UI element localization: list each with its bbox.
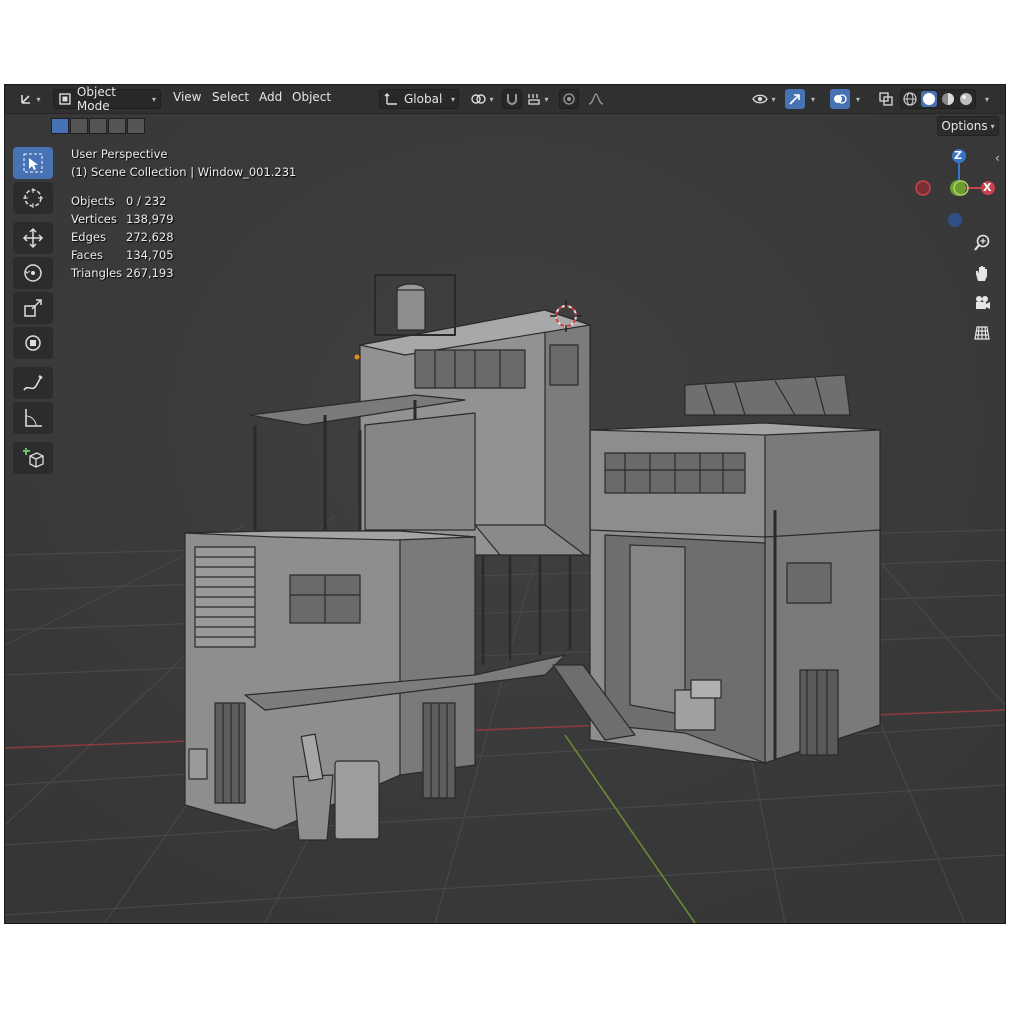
rendered-shading-icon[interactable] xyxy=(959,92,973,106)
select-mode-extend-icon[interactable] xyxy=(70,118,88,134)
orientation-label: Global xyxy=(404,92,443,106)
visibility-button[interactable]: ▾ xyxy=(749,89,779,109)
shading-mode-group xyxy=(900,89,976,109)
cursor-icon xyxy=(23,188,43,208)
viewport-header: ▾ Object Mode ▾ View Select Add Object G… xyxy=(5,85,1005,114)
object-origin-dot xyxy=(354,354,360,360)
gizmo-x-label: X xyxy=(983,181,992,194)
menu-add[interactable]: Add xyxy=(259,90,282,104)
menu-select[interactable]: Select xyxy=(212,90,249,104)
stat-vertices-value: 138,979 xyxy=(126,212,174,226)
snap-target-button[interactable]: ▾ xyxy=(523,89,553,109)
mode-dropdown[interactable]: Object Mode ▾ xyxy=(53,85,161,113)
stat-faces-label: Faces xyxy=(71,248,103,262)
zoom-button[interactable] xyxy=(968,229,996,257)
tool-select-box[interactable] xyxy=(13,147,53,179)
select-mode-new-icon[interactable] xyxy=(51,118,69,134)
select-box-icon xyxy=(23,153,43,173)
select-mode-subtract-icon[interactable] xyxy=(89,118,107,134)
add-cube-icon xyxy=(23,448,44,468)
gizmo-neg-z-icon xyxy=(948,213,962,227)
tool-scale[interactable] xyxy=(13,292,53,324)
stat-objects-value: 0 / 232 xyxy=(126,194,167,208)
tool-cursor[interactable] xyxy=(13,182,53,214)
falloff-button[interactable] xyxy=(581,89,611,109)
gizmo-z-label: Z xyxy=(954,149,962,162)
stat-vertices-label: Vertices xyxy=(71,212,117,226)
scale-icon xyxy=(24,299,42,317)
stat-faces-value: 134,705 xyxy=(126,248,174,262)
options-dropdown[interactable]: Options ▾ xyxy=(937,116,999,136)
annotate-icon xyxy=(23,374,43,391)
3d-viewport[interactable] xyxy=(5,85,1005,923)
stat-edges-value: 272,628 xyxy=(126,230,174,244)
xray-toggle[interactable] xyxy=(876,89,896,109)
mode-label: Object Mode xyxy=(76,85,117,113)
gizmo-dropdown[interactable]: ▾ xyxy=(806,89,820,109)
select-mode-intersect-icon[interactable] xyxy=(127,118,145,134)
axes-editor-icon xyxy=(21,95,31,104)
material-shading-icon[interactable] xyxy=(941,92,955,106)
options-label: Options xyxy=(941,119,988,133)
stat-objects-label: Objects xyxy=(71,194,115,208)
blender-window: ▾ Object Mode ▾ View Select Add Object G… xyxy=(4,84,1006,924)
tool-add-cube[interactable] xyxy=(13,442,53,474)
camera-view-button[interactable] xyxy=(968,289,996,317)
perspective-label: User Perspective xyxy=(71,147,168,161)
overlays-icon xyxy=(834,94,847,104)
select-mode-invert-icon[interactable] xyxy=(108,118,126,134)
rotate-icon xyxy=(24,264,42,282)
transform-icon xyxy=(25,335,41,351)
proportional-edit-icon xyxy=(563,93,575,105)
gizmo-toggle[interactable] xyxy=(785,89,805,109)
snap-increment-icon xyxy=(528,94,541,105)
pivot-point-button[interactable]: ▾ xyxy=(467,89,497,109)
menu-object[interactable]: Object xyxy=(292,90,331,104)
magnet-icon xyxy=(507,94,517,105)
tool-annotate[interactable] xyxy=(13,367,53,399)
zoom-icon xyxy=(974,234,990,251)
pivot-icon xyxy=(471,94,487,104)
wireframe-shading-icon[interactable] xyxy=(903,92,917,106)
overlays-toggle[interactable] xyxy=(830,89,850,109)
ortho-toggle-button[interactable] xyxy=(968,319,996,347)
orientation-axes-icon xyxy=(384,93,397,105)
falloff-curve-icon xyxy=(588,93,604,105)
shading-dropdown[interactable]: ▾ xyxy=(980,89,994,109)
editor-type-button[interactable]: ▾ xyxy=(13,89,47,109)
gizmo-neg-x-icon xyxy=(915,180,931,196)
grid-ortho-icon xyxy=(974,326,990,340)
tool-measure[interactable] xyxy=(13,402,53,434)
xray-icon xyxy=(879,92,893,106)
measure-icon xyxy=(25,409,42,427)
pan-button[interactable] xyxy=(968,259,996,287)
stat-edges-label: Edges xyxy=(71,230,106,244)
stat-triangles-value: 267,193 xyxy=(126,266,174,280)
tool-move[interactable] xyxy=(13,222,53,254)
camera-icon xyxy=(976,296,990,309)
gizmo-arrow-icon xyxy=(789,94,800,105)
sidebar-toggle-icon[interactable]: ‹ xyxy=(995,151,1000,165)
solid-shading-icon[interactable] xyxy=(921,91,937,107)
stat-triangles-label: Triangles xyxy=(71,266,123,280)
snap-toggle[interactable] xyxy=(502,89,522,109)
collection-label: (1) Scene Collection | Window_001.231 xyxy=(71,165,297,179)
menu-view[interactable]: View xyxy=(173,90,201,104)
tool-transform[interactable] xyxy=(13,327,53,359)
eye-icon xyxy=(752,94,769,104)
tool-rotate[interactable] xyxy=(13,257,53,289)
proportional-edit-toggle[interactable] xyxy=(559,89,579,109)
overlays-dropdown[interactable]: ▾ xyxy=(851,89,865,109)
object-mode-icon xyxy=(59,93,71,105)
transform-orientation-dropdown[interactable]: Global ▾ xyxy=(379,89,459,109)
move-icon xyxy=(22,227,44,249)
hand-pan-icon xyxy=(976,266,987,281)
